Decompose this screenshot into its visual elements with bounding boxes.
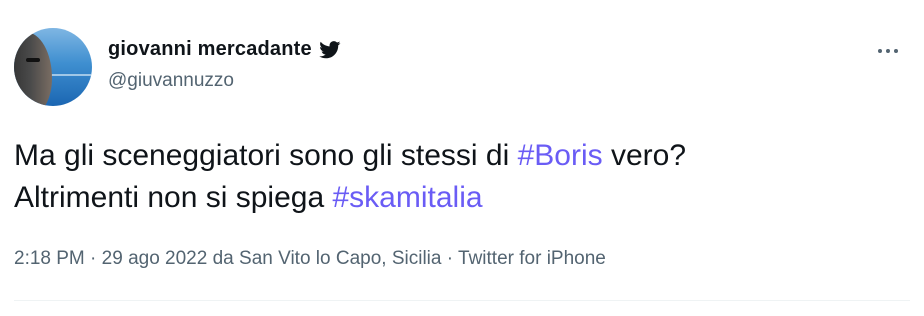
avatar-eye xyxy=(26,58,40,62)
author-handle[interactable]: @giuvannuzzo xyxy=(108,70,234,92)
tweet-text-part: Altrimenti non si spiega xyxy=(14,181,333,214)
location-prefix: da xyxy=(207,248,240,269)
hashtag-link[interactable]: #Boris xyxy=(518,139,603,172)
tweet-source[interactable]: Twitter for iPhone xyxy=(458,248,606,269)
avatar-face xyxy=(14,32,52,106)
tweet-text: Ma gli sceneggiatori sono gli stessi di … xyxy=(14,135,904,219)
more-dot xyxy=(886,49,890,53)
author-row: giovanni mercadante xyxy=(108,38,341,61)
more-dot xyxy=(878,49,882,53)
twitter-bird-icon xyxy=(319,40,341,58)
hashtag-link[interactable]: #skamitalia xyxy=(333,181,483,214)
tweet-text-part: vero? xyxy=(602,139,687,172)
tweet-meta: 2:18 PM · 29 ago 2022 da San Vito lo Cap… xyxy=(14,248,606,270)
tweet-text-part: Ma gli sceneggiatori sono gli stessi di xyxy=(14,139,518,172)
more-icon[interactable] xyxy=(878,44,908,58)
avatar[interactable] xyxy=(14,28,92,106)
tweet-line-2: Altrimenti non si spiega #skamitalia xyxy=(14,177,904,219)
meta-separator: · xyxy=(84,248,102,269)
divider xyxy=(14,300,910,301)
meta-separator: · xyxy=(441,248,459,269)
tweet-date[interactable]: 29 ago 2022 xyxy=(102,248,208,269)
tweet-line-1: Ma gli sceneggiatori sono gli stessi di … xyxy=(14,135,904,177)
tweet-time[interactable]: 2:18 PM xyxy=(14,248,85,269)
author-name[interactable]: giovanni mercadante xyxy=(108,38,312,61)
tweet-location[interactable]: San Vito lo Capo, Sicilia xyxy=(239,248,441,269)
more-dot xyxy=(894,49,898,53)
